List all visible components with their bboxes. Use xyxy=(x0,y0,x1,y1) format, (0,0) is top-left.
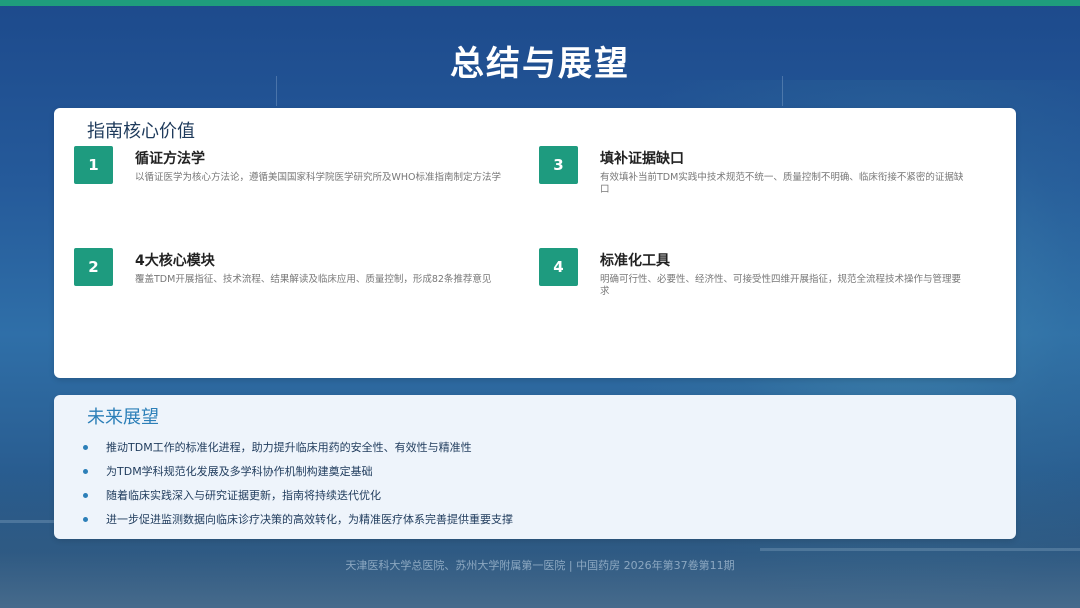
top-accent-bar xyxy=(0,0,1080,6)
item-description: 明确可行性、必要性、经济性、可接受性四维开展指征，规范全流程技术操作与管理要求 xyxy=(600,274,962,297)
number-badge: 4 xyxy=(539,248,578,286)
page-title: 总结与展望 xyxy=(450,44,630,84)
number-badge: 3 xyxy=(539,146,578,184)
item-heading: 循证方法学 xyxy=(135,151,205,167)
slide: 总结与展望 指南核心价值 1 循证方法学 以循证医学为核心方法论，遵循美国国家科… xyxy=(0,0,1080,608)
item-heading: 4大核心模块 xyxy=(135,253,215,269)
outlook-text: 进一步促进监测数据向临床诊疗决策的高效转化，为精准医疗体系完善提供重要支撑 xyxy=(106,513,513,526)
item-description: 以循证医学为核心方法论，遵循美国国家科学院医学研究所及WHO标准指南制定方法学 xyxy=(135,172,502,183)
outlook-list-item: 推动TDM工作的标准化进程，助力提升临床用药的安全性、有效性与精准性 xyxy=(82,436,513,460)
item-description: 有效填补当前TDM实践中技术规范不统一、质量控制不明确、临床衔接不紧密的证据缺口 xyxy=(600,172,964,195)
bullet-dot-icon xyxy=(83,469,88,474)
outlook-text: 随着临床实践深入与研究证据更新，指南将持续迭代优化 xyxy=(106,489,381,502)
bullet-dot-icon xyxy=(83,517,88,522)
outlook-list-item: 为TDM学科规范化发展及多学科协作机制构建奠定基础 xyxy=(82,460,513,484)
outlook-text: 推动TDM工作的标准化进程，助力提升临床用药的安全性、有效性与精准性 xyxy=(106,441,472,454)
outlook-list-item: 随着临床实践深入与研究证据更新，指南将持续迭代优化 xyxy=(82,484,513,508)
core-value-title: 指南核心价值 xyxy=(87,121,195,142)
number-badge: 1 xyxy=(74,146,113,184)
number-badge: 2 xyxy=(74,248,113,286)
outlook-list: 推动TDM工作的标准化进程，助力提升临床用药的安全性、有效性与精准性 为TDM学… xyxy=(82,436,513,532)
item-heading: 填补证据缺口 xyxy=(600,151,684,167)
outlook-card: 未来展望 推动TDM工作的标准化进程，助力提升临床用药的安全性、有效性与精准性 … xyxy=(54,395,1016,539)
item-description: 覆盖TDM开展指征、技术流程、结果解读及临床应用、质量控制，形成82条推荐意见 xyxy=(135,274,492,285)
outlook-text: 为TDM学科规范化发展及多学科协作机制构建奠定基础 xyxy=(106,465,373,478)
outlook-title: 未来展望 xyxy=(87,407,159,428)
bullet-dot-icon xyxy=(83,445,88,450)
outlook-list-item: 进一步促进监测数据向临床诊疗决策的高效转化，为精准医疗体系完善提供重要支撑 xyxy=(82,508,513,532)
footer-source: 天津医科大学总医院、苏州大学附属第一医院 | 中国药房 2026年第37卷第11… xyxy=(345,559,735,572)
item-heading: 标准化工具 xyxy=(600,253,670,269)
background-shelf xyxy=(760,548,1080,551)
bullet-dot-icon xyxy=(83,493,88,498)
core-value-card: 指南核心价值 1 循证方法学 以循证医学为核心方法论，遵循美国国家科学院医学研究… xyxy=(54,108,1016,378)
